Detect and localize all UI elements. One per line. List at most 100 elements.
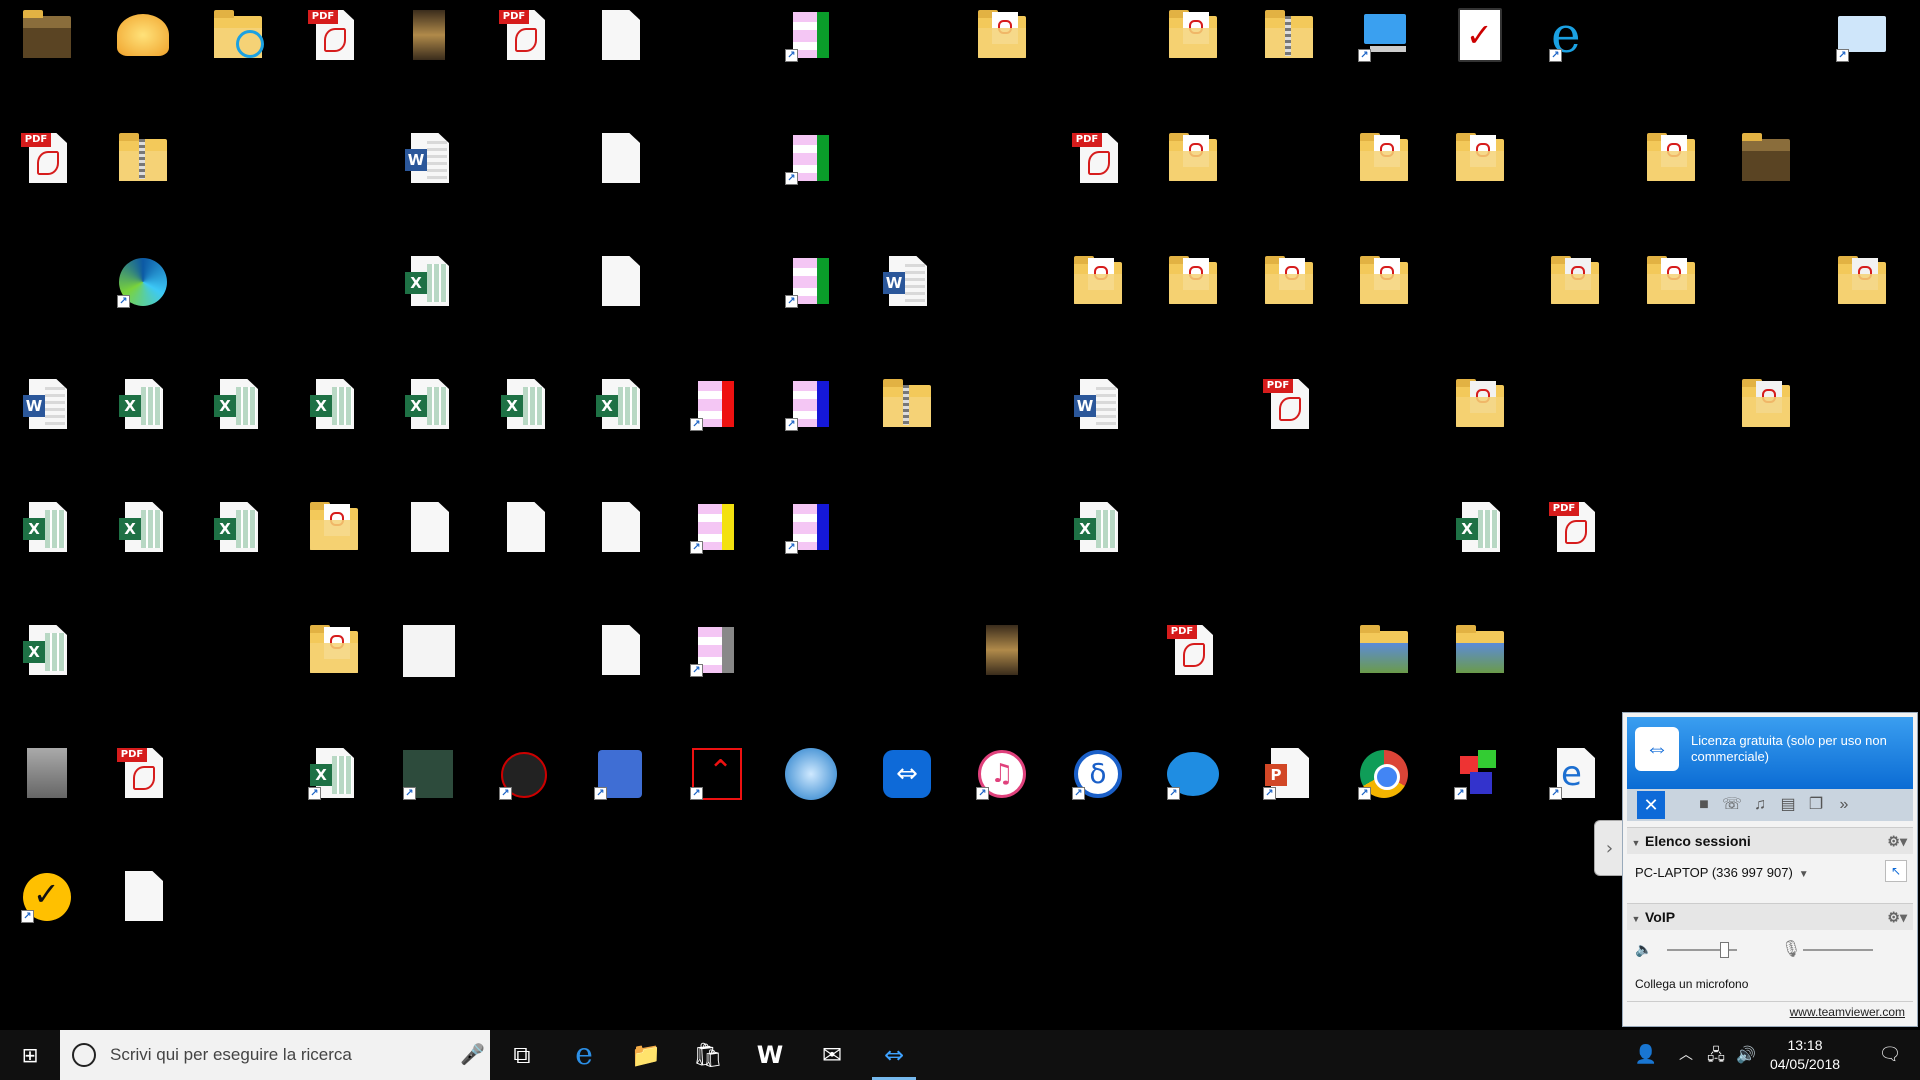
speaker-volume-knob[interactable]: [1720, 942, 1729, 958]
close-session-button[interactable]: ✕: [1637, 791, 1665, 819]
desktop-icon[interactable]: PDF: [1058, 123, 1138, 219]
desktop-icon[interactable]: [771, 738, 851, 834]
desktop-icon[interactable]: [103, 123, 183, 219]
search-box[interactable]: Scrivi qui per eseguire la ricerca 🎤: [60, 1030, 490, 1080]
desktop-icon[interactable]: ↗: [771, 123, 851, 219]
desktop-icon[interactable]: [485, 492, 565, 588]
desktop-icon[interactable]: [389, 0, 469, 96]
desktop-icon[interactable]: [1153, 0, 1233, 96]
headset-icon[interactable]: ♫: [1747, 791, 1773, 819]
chevron-up-icon[interactable]: ︿: [1672, 1030, 1700, 1080]
network-icon[interactable]: 🖧: [1702, 1030, 1730, 1080]
desktop-icon[interactable]: X: [7, 492, 87, 588]
desktop-icon[interactable]: PDF: [103, 738, 183, 834]
desktop-icon[interactable]: PDF: [485, 0, 565, 96]
desktop-icon[interactable]: e ↗: [1535, 0, 1615, 96]
desktop-icon[interactable]: [1726, 369, 1806, 465]
desktop-icon[interactable]: X: [1058, 492, 1138, 588]
desktop-icon[interactable]: δ ↗: [1058, 738, 1138, 834]
desktop-icon[interactable]: PDF: [1153, 615, 1233, 711]
desktop-icon[interactable]: [1822, 246, 1902, 342]
desktop-icon[interactable]: [1249, 246, 1329, 342]
desktop-icon[interactable]: ↗: [771, 0, 851, 96]
gear-icon[interactable]: ⚙▾: [1887, 904, 1907, 930]
desktop-icon[interactable]: ↗: [580, 738, 660, 834]
desktop-icon[interactable]: [1344, 246, 1424, 342]
desktop-icon[interactable]: ✓: [1440, 0, 1520, 96]
people-icon[interactable]: 👤: [1628, 1030, 1664, 1080]
desktop-icon[interactable]: [580, 0, 660, 96]
chat-icon[interactable]: ▤: [1775, 791, 1801, 819]
phone-icon[interactable]: ☏: [1719, 791, 1745, 819]
volume-icon[interactable]: 🔊: [1732, 1030, 1760, 1080]
files-icon[interactable]: ❐: [1803, 791, 1829, 819]
windows-start-icon[interactable]: ⊞: [0, 1030, 60, 1080]
desktop-icon[interactable]: ↗: [771, 369, 851, 465]
desktop-icon[interactable]: [580, 246, 660, 342]
desktop-icon[interactable]: ♫ ↗: [962, 738, 1042, 834]
desktop-icon[interactable]: [1631, 123, 1711, 219]
desktop-icon[interactable]: P ↗: [1249, 738, 1329, 834]
chevron-down-icon[interactable]: ▼: [1799, 869, 1809, 880]
desktop-icon[interactable]: [7, 0, 87, 96]
more-icon[interactable]: »: [1831, 791, 1857, 819]
taskbar-word-icon[interactable]: W: [740, 1030, 800, 1080]
session-item[interactable]: PC-LAPTOP (336 997 907) ▼: [1635, 865, 1809, 880]
desktop-icon[interactable]: [294, 615, 374, 711]
voip-section-header[interactable]: ▼ VoIP ⚙▾: [1627, 903, 1913, 930]
desktop-icon[interactable]: X: [103, 492, 183, 588]
desktop-icon[interactable]: X: [7, 615, 87, 711]
desktop-icon[interactable]: [1058, 246, 1138, 342]
desktop-icon[interactable]: ↗: [485, 738, 565, 834]
desktop-icon[interactable]: [580, 492, 660, 588]
desktop-icon[interactable]: X ↗: [294, 738, 374, 834]
desktop-icon[interactable]: [7, 738, 87, 834]
desktop-icon[interactable]: ↗: [1344, 0, 1424, 96]
desktop-icon[interactable]: X: [198, 492, 278, 588]
desktop-icon[interactable]: X: [294, 369, 374, 465]
desktop-icon[interactable]: [1440, 615, 1520, 711]
gear-icon[interactable]: ⚙▾: [1887, 828, 1907, 854]
teamviewer-collapse-tab[interactable]: ›: [1594, 820, 1624, 876]
desktop-icon[interactable]: W: [389, 123, 469, 219]
taskbar-edge-icon[interactable]: e: [554, 1030, 614, 1080]
desktop-icon[interactable]: ↗: [676, 492, 756, 588]
desktop-icon[interactable]: [962, 615, 1042, 711]
desktop-icon[interactable]: [1535, 246, 1615, 342]
desktop-icon[interactable]: [580, 123, 660, 219]
desktop-icon[interactable]: ↗: [676, 369, 756, 465]
taskbar-mail-icon[interactable]: ✉: [802, 1030, 862, 1080]
microphone-icon[interactable]: 🎤: [460, 1042, 485, 1066]
desktop-icon[interactable]: [103, 0, 183, 96]
desktop-icon[interactable]: [1726, 123, 1806, 219]
desktop-icon[interactable]: W: [7, 369, 87, 465]
desktop-icon[interactable]: [1344, 615, 1424, 711]
microphone-volume-slider[interactable]: [1803, 949, 1873, 951]
desktop-icon[interactable]: [1153, 123, 1233, 219]
desktop-icon[interactable]: [1249, 0, 1329, 96]
desktop-icon[interactable]: X: [103, 369, 183, 465]
desktop-icon[interactable]: [1440, 369, 1520, 465]
taskbar-taskview-icon[interactable]: ⧉: [492, 1030, 552, 1080]
desktop-icon[interactable]: ⌃ ↗: [676, 738, 756, 834]
desktop-icon[interactable]: X: [580, 369, 660, 465]
taskbar-teamviewer-icon[interactable]: ⇔: [864, 1030, 924, 1080]
taskbar-explorer-icon[interactable]: 📁: [616, 1030, 676, 1080]
desktop-icon[interactable]: ↗: [1153, 738, 1233, 834]
desktop-icon[interactable]: [962, 0, 1042, 96]
sessions-section-header[interactable]: ▼ Elenco sessioni ⚙▾: [1627, 827, 1913, 854]
desktop-icon[interactable]: [389, 615, 469, 711]
desktop-icon[interactable]: ↗: [1822, 0, 1902, 96]
desktop-icon[interactable]: X: [198, 369, 278, 465]
cortana-icon[interactable]: [72, 1043, 96, 1067]
desktop-icon[interactable]: ↗: [1344, 738, 1424, 834]
cursor-icon[interactable]: ↖: [1885, 860, 1907, 882]
teamviewer-link[interactable]: www.teamviewer.com: [1790, 1005, 1905, 1019]
desktop-icon[interactable]: PDF: [7, 123, 87, 219]
desktop-icon[interactable]: ↗: [389, 738, 469, 834]
desktop-icon[interactable]: W: [867, 246, 947, 342]
desktop-icon[interactable]: PDF: [294, 0, 374, 96]
desktop-icon[interactable]: ↗: [676, 615, 756, 711]
desktop-icon[interactable]: [294, 492, 374, 588]
taskbar-store-icon[interactable]: 🛍: [678, 1030, 738, 1080]
